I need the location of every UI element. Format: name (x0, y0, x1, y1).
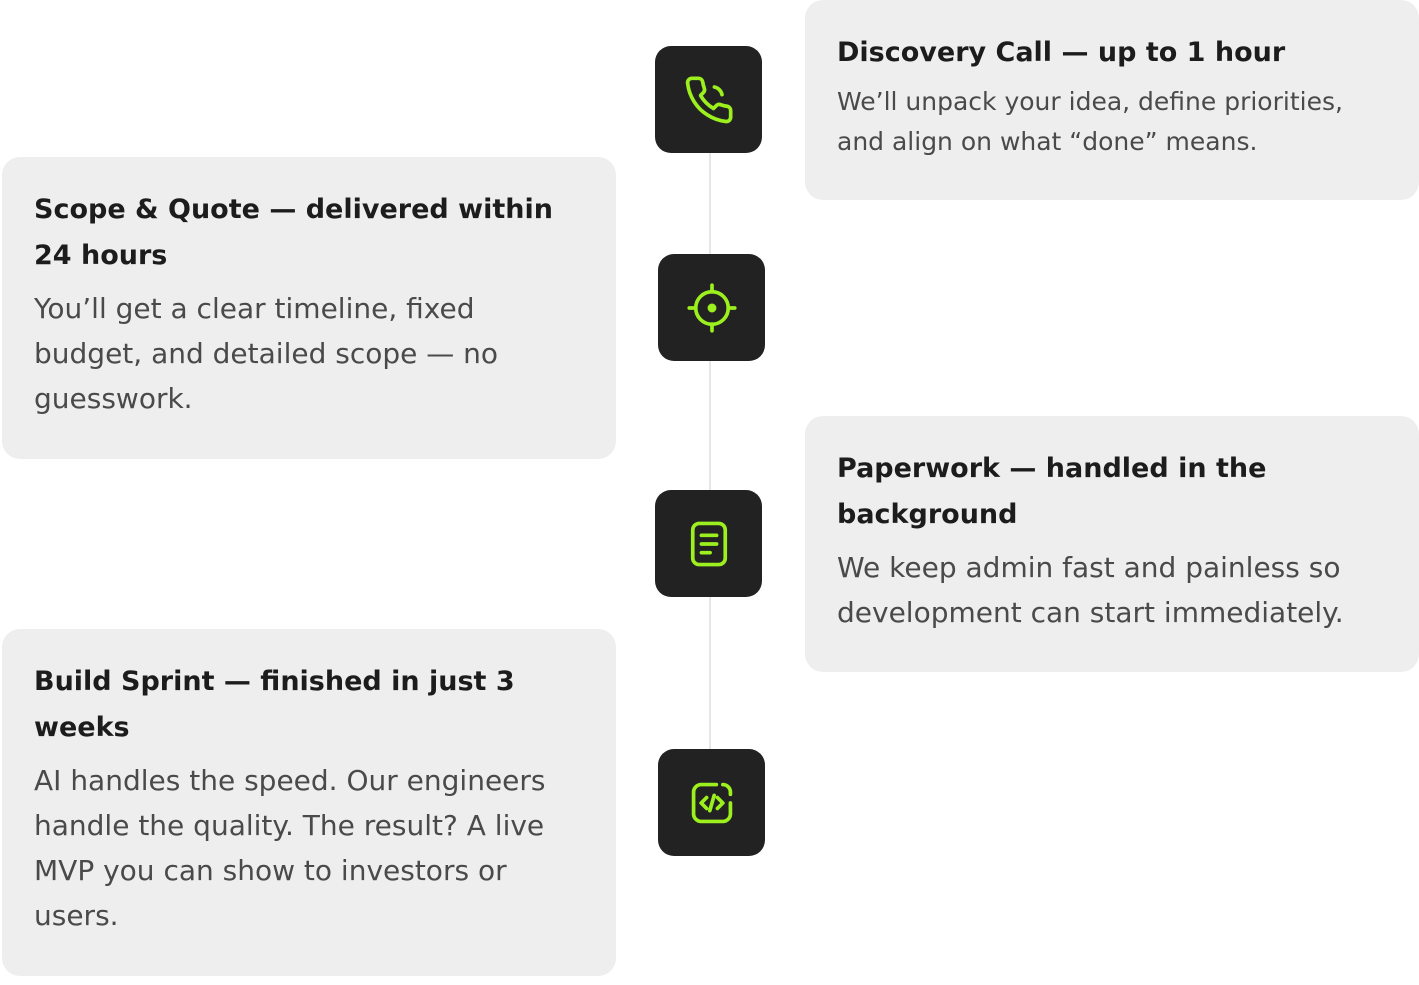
step-card-paperwork: Paperwork — handled in the background We… (805, 416, 1419, 672)
step-title: Paperwork — handled in the background (837, 453, 1267, 530)
step-title: Scope & Quote — delivered within 24 hour… (34, 194, 553, 271)
step-card-scope-quote: Scope & Quote — delivered within 24 hour… (2, 157, 616, 459)
step-icon-box (655, 490, 762, 597)
step-description: We keep admin fast and painless so devel… (837, 551, 1344, 629)
target-icon (686, 282, 737, 333)
step-description: We’ll unpack your idea, define prioritie… (837, 87, 1343, 156)
step-title: Build Sprint — finished in just 3 weeks (34, 666, 515, 743)
step-description: AI handles the speed. Our engineers hand… (34, 764, 546, 932)
document-icon (690, 521, 727, 566)
step-description: You’ll get a clear timeline, fixed budge… (34, 292, 499, 415)
step-icon-box (655, 46, 762, 153)
step-title: Discovery Call — up to 1 hour (837, 37, 1286, 68)
step-icon-box (658, 749, 765, 856)
timeline-line (709, 150, 711, 760)
step-card-discovery-call: Discovery Call — up to 1 hour We’ll unpa… (805, 0, 1419, 200)
step-card-build-sprint: Build Sprint — finished in just 3 weeks … (2, 629, 616, 976)
step-icon-box (658, 254, 765, 361)
code-icon (691, 782, 732, 823)
phone-icon (685, 75, 733, 123)
